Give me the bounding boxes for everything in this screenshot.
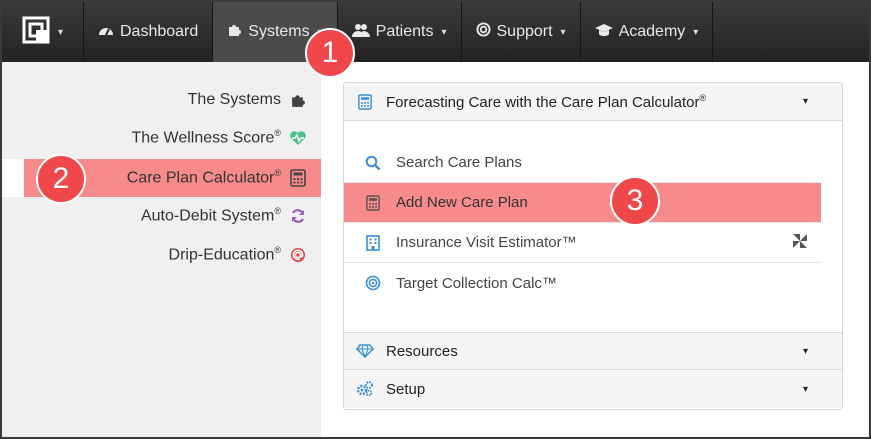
sidebar-item-label: The Wellness Score: [131, 129, 275, 147]
registered-mark: ®: [274, 168, 281, 179]
nav-patients-label: Patients: [375, 23, 434, 40]
registered-mark: ®: [274, 245, 281, 256]
chevron-down-icon: ▾: [802, 96, 808, 107]
search-icon: [364, 154, 382, 172]
lifebuoy-icon: [475, 22, 491, 42]
calculator-icon: [364, 194, 382, 212]
callout-badge-1: 1: [305, 28, 355, 78]
registered-mark: ®: [274, 128, 281, 139]
menu-item-insurance-visit-estimator[interactable]: Insurance Visit Estimator™: [344, 223, 821, 263]
nav-academy[interactable]: Academy ▾: [581, 2, 714, 62]
chevron-down-icon: ▾: [57, 26, 64, 38]
sidebar-item-drip-education[interactable]: Drip-Education®: [2, 236, 321, 274]
chevron-down-icon: ▾: [693, 26, 699, 38]
menu-item-target-collection-calc[interactable]: Target Collection Calc™: [344, 263, 821, 303]
chevron-down-icon: ▾: [560, 26, 566, 38]
logo-menu-button[interactable]: ▾: [2, 2, 84, 62]
target-icon: [364, 274, 382, 292]
care-plan-panel: Forecasting Care with the Care Plan Calc…: [343, 82, 843, 410]
left-sidebar: The Systems The Wellness Score® Care Pla…: [2, 62, 321, 437]
diamond-icon: [356, 342, 374, 360]
sidebar-item-label: The Systems: [187, 91, 281, 108]
nav-dashboard[interactable]: Dashboard: [84, 2, 214, 62]
menu-item-label: Insurance Visit Estimator™: [396, 234, 577, 251]
users-icon: [351, 23, 370, 42]
menu-item-add-new-care-plan[interactable]: Add New Care Plan: [344, 183, 821, 223]
app-window: ▾ Dashboard Systems ▾ Patients ▾: [0, 0, 871, 439]
logo-icon: [22, 16, 50, 49]
nav-support[interactable]: Support ▾: [462, 2, 581, 62]
nav-support-label: Support: [496, 23, 553, 40]
nav-academy-label: Academy: [618, 23, 686, 40]
at-sign-icon: [289, 246, 307, 264]
sidebar-item-the-systems[interactable]: The Systems: [2, 81, 321, 119]
gears-icon: [356, 380, 374, 398]
puzzle-icon: [227, 22, 242, 42]
callout-badge-3: 3: [610, 176, 660, 226]
menu-item-label: Target Collection Calc™: [396, 274, 557, 292]
nav-systems-label: Systems: [248, 23, 310, 40]
refresh-icon: [289, 207, 307, 225]
panel-header-title: Forecasting Care with the Care Plan Calc…: [386, 93, 700, 111]
chevron-down-icon: ▾: [802, 345, 808, 357]
menu-item-label: Add New Care Plan: [396, 194, 528, 211]
panel-header-title: Setup: [386, 380, 426, 398]
chevron-down-icon: ▾: [802, 383, 808, 395]
nav-patients[interactable]: Patients ▾: [338, 2, 462, 62]
heartbeat-icon: [289, 129, 307, 147]
tachometer-icon: [98, 23, 114, 42]
menu-item-search-care-plans[interactable]: Search Care Plans: [344, 143, 821, 183]
sidebar-item-label: Drip-Education: [168, 246, 275, 264]
registered-mark: ®: [699, 92, 707, 103]
pinwheel-icon: [792, 233, 808, 254]
panel-header-forecasting[interactable]: Forecasting Care with the Care Plan Calc…: [344, 83, 842, 121]
top-navbar: ▾ Dashboard Systems ▾ Patients ▾: [2, 2, 869, 62]
menu-item-label: Search Care Plans: [396, 154, 522, 171]
registered-mark: ®: [274, 206, 281, 217]
sidebar-item-label: Auto-Debit System: [140, 207, 275, 225]
panel-header-title: Resources: [386, 342, 458, 360]
panel-header-resources[interactable]: Resources ▾: [344, 332, 842, 370]
graduation-cap-icon: [594, 23, 613, 42]
building-icon: [364, 234, 382, 252]
puzzle-icon: [289, 91, 307, 109]
chevron-down-icon: ▾: [441, 26, 447, 38]
callout-badge-2: 2: [36, 154, 86, 204]
sidebar-item-wellness-score[interactable]: The Wellness Score®: [2, 119, 321, 157]
sidebar-item-auto-debit[interactable]: Auto-Debit System®: [2, 197, 321, 235]
panel-header-setup[interactable]: Setup ▾: [344, 370, 842, 408]
sidebar-item-label: Care Plan Calculator: [126, 169, 275, 187]
sidebar-active-marker: [2, 159, 24, 197]
calculator-icon: [356, 93, 374, 111]
calculator-icon: [289, 169, 307, 187]
nav-dashboard-label: Dashboard: [120, 23, 199, 40]
